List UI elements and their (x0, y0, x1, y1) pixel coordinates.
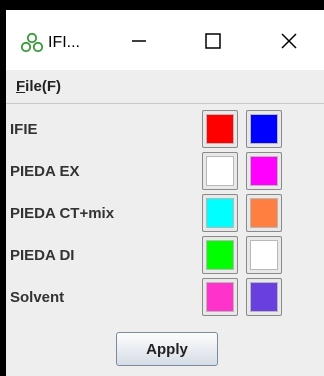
color-button-solvent-secondary[interactable] (246, 278, 282, 316)
window-title: IFI... (48, 34, 80, 51)
color-swatch (250, 156, 278, 186)
menu-file[interactable]: File(F) (12, 76, 65, 98)
color-button-solvent-primary[interactable] (202, 278, 238, 316)
color-swatch (206, 156, 234, 186)
menu-bar: File(F) (6, 70, 324, 104)
row-label-solvent: Solvent (10, 289, 65, 306)
color-button-pieda-ex-secondary[interactable] (246, 152, 282, 190)
minimize-button[interactable] (116, 24, 162, 58)
molecule-icon (20, 32, 44, 53)
color-button-pieda-di-secondary[interactable] (246, 236, 282, 274)
color-swatch (250, 198, 278, 228)
color-swatch (250, 240, 278, 270)
row-label-pieda-ct-mix: PIEDA CT+mix (10, 205, 115, 222)
color-button-pieda-ex-primary[interactable] (202, 152, 238, 190)
color-swatch (206, 198, 234, 228)
title-bar: IFI... (6, 10, 324, 70)
color-swatch (250, 114, 278, 144)
row-label-pieda-ex: PIEDA EX (10, 163, 80, 180)
color-button-pieda-ct-mix-primary[interactable] (202, 194, 238, 232)
color-button-ifie-secondary[interactable] (246, 110, 282, 148)
color-swatch (206, 282, 234, 312)
color-settings-window: IFI... File(F) IFIE PIEDA EX PIEDA CT+mi… (6, 10, 324, 376)
color-swatch (206, 240, 234, 270)
apply-button[interactable]: Apply (116, 332, 218, 366)
menu-file-mnemonic: F (16, 78, 26, 95)
close-button[interactable] (266, 24, 312, 58)
maximize-button[interactable] (190, 24, 236, 58)
color-button-pieda-di-primary[interactable] (202, 236, 238, 274)
color-swatch (250, 282, 278, 312)
menu-file-label: ile(F) (25, 78, 62, 95)
color-button-pieda-ct-mix-secondary[interactable] (246, 194, 282, 232)
color-button-ifie-primary[interactable] (202, 110, 238, 148)
color-swatch (206, 114, 234, 144)
row-label-ifie: IFIE (10, 121, 38, 138)
row-label-pieda-di: PIEDA DI (10, 247, 75, 264)
